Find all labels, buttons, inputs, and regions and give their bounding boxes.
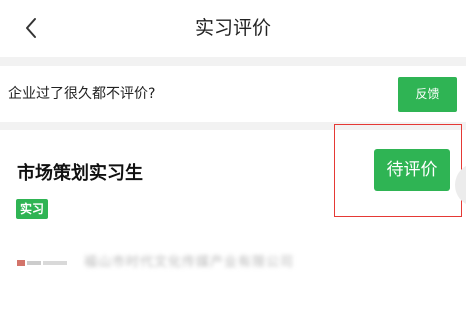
- top-nav-bar: 实习评价: [0, 0, 466, 57]
- job-title: 市场策划实习生: [17, 163, 143, 184]
- feedback-button[interactable]: 反馈: [398, 77, 457, 112]
- internship-card[interactable]: 市场策划实习生 实习 待评价 福山市时代文化传媒产业有限公司: [0, 124, 466, 310]
- feedback-tip-bar: 企业过了很久都不评价? 反馈: [0, 66, 466, 122]
- internship-tag: 实习: [16, 199, 49, 219]
- tip-text: 企业过了很久都不评价?: [8, 86, 156, 102]
- pending-evaluation-button[interactable]: 待评价: [374, 149, 450, 191]
- company-name: 福山市时代文化传媒产业有限公司: [84, 255, 295, 270]
- company-logo-icon: [17, 260, 67, 266]
- page-title: 实习评价: [194, 17, 271, 39]
